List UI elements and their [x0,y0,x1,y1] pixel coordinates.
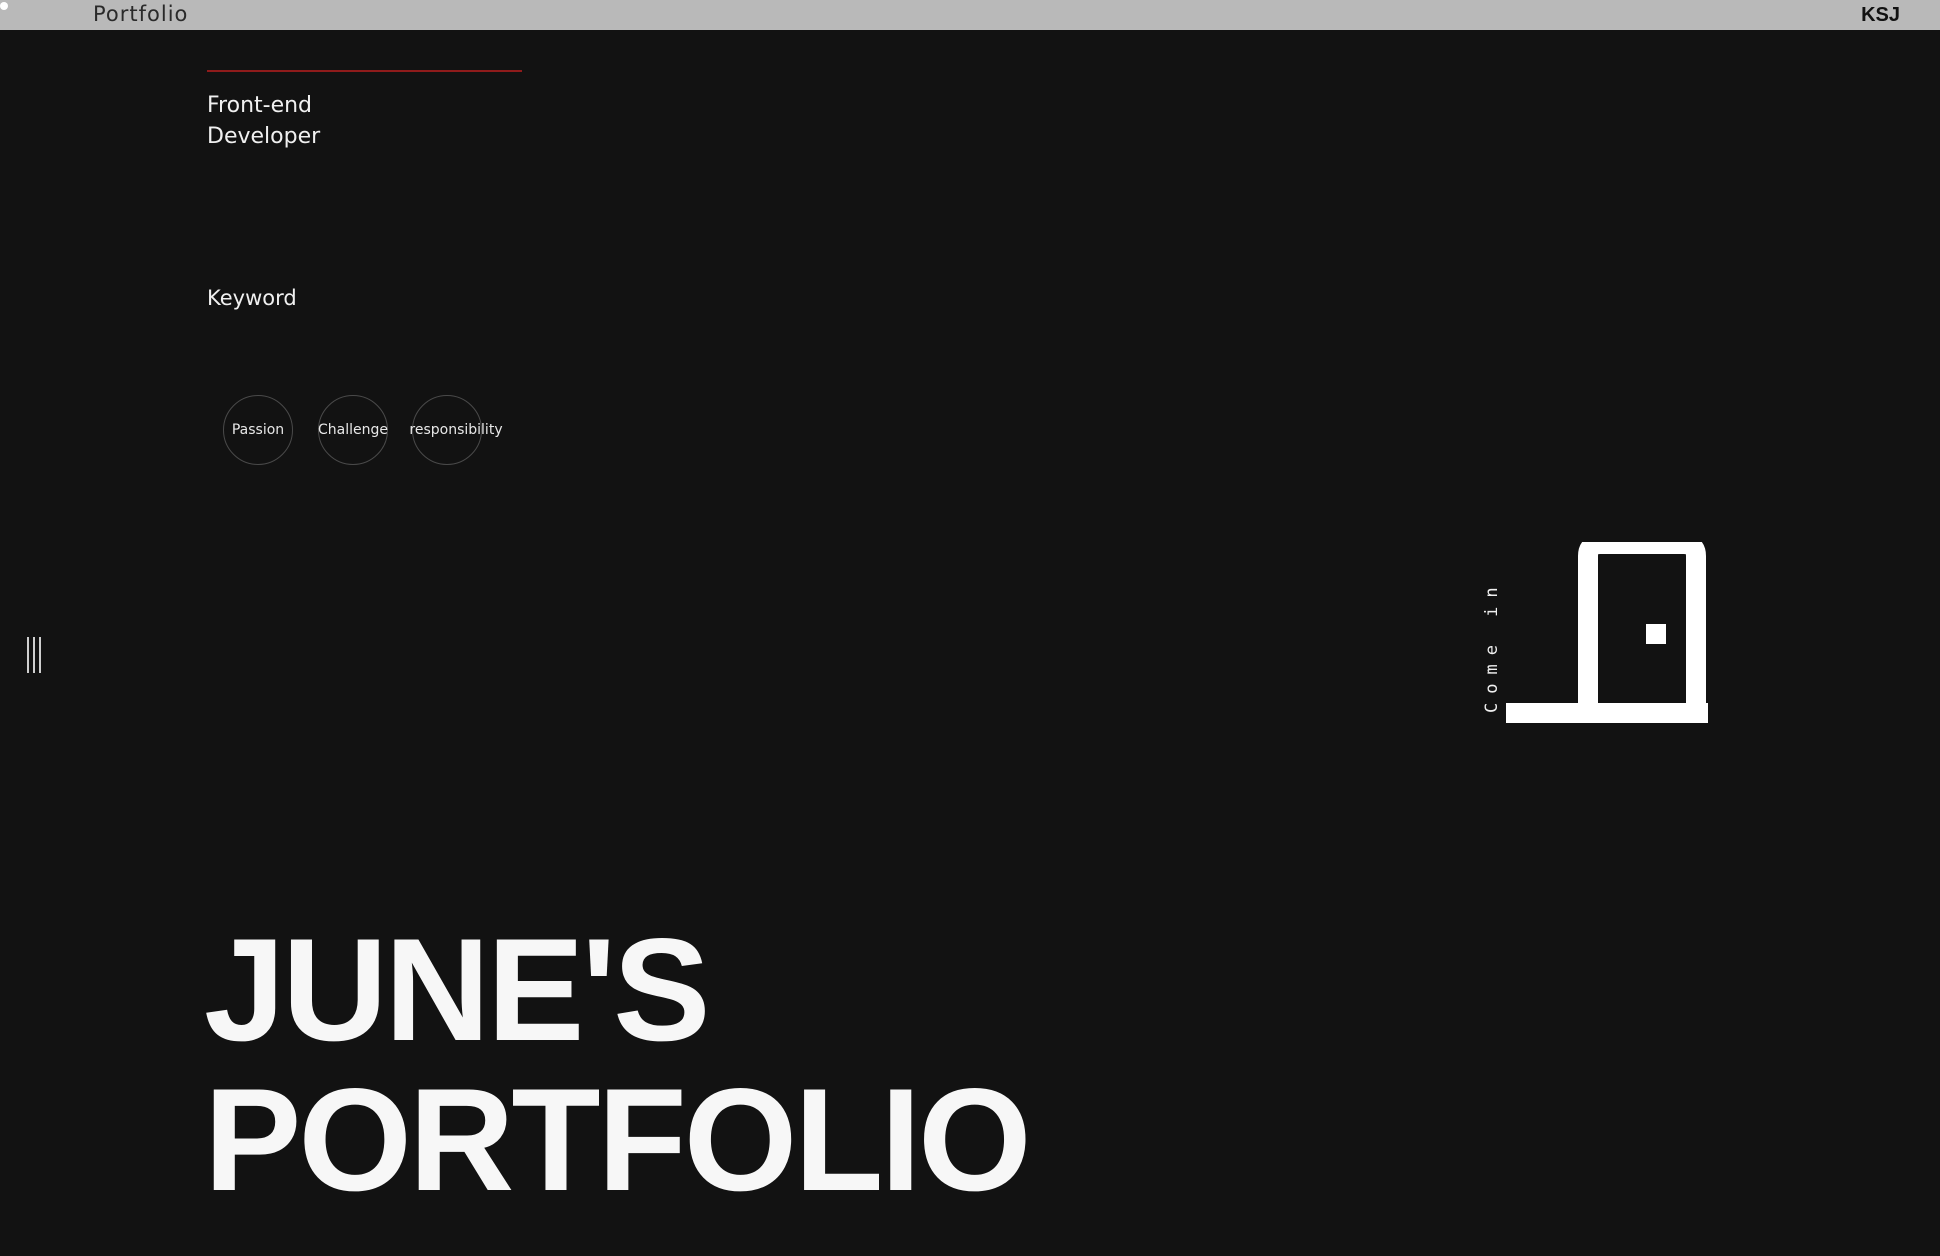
accent-divider [207,70,522,72]
role-line-2: Developer [207,124,321,149]
keyword-label: Passion [231,422,285,438]
keyword-circle-responsibility: responsibility [409,395,503,465]
door-icon[interactable] [1506,542,1708,726]
hero-title: JUNE'S PORTFOLIO [204,908,1032,1221]
keyword-label: Challenge [318,422,388,438]
initials-logo[interactable]: KSJ [1861,4,1900,27]
top-bar: Portfolio KSJ [0,0,1940,30]
keyword-circle-passion: Passion [223,395,293,465]
keyword-heading: Keyword [207,286,297,310]
role-title: Front-end Developer [207,90,320,152]
role-line-1: Front-end [207,93,313,118]
hero-line-1: JUNE'S [204,908,711,1071]
menu-icon[interactable] [27,637,43,673]
brand-link[interactable]: Portfolio [93,2,188,26]
hero-line-2: PORTFOLIO [204,1058,1032,1221]
come-in-label: Come in [1482,578,1502,713]
keyword-circle-challenge: Challenge [318,395,388,465]
keyword-label: responsibility [409,422,503,438]
cursor-dot [0,2,8,10]
